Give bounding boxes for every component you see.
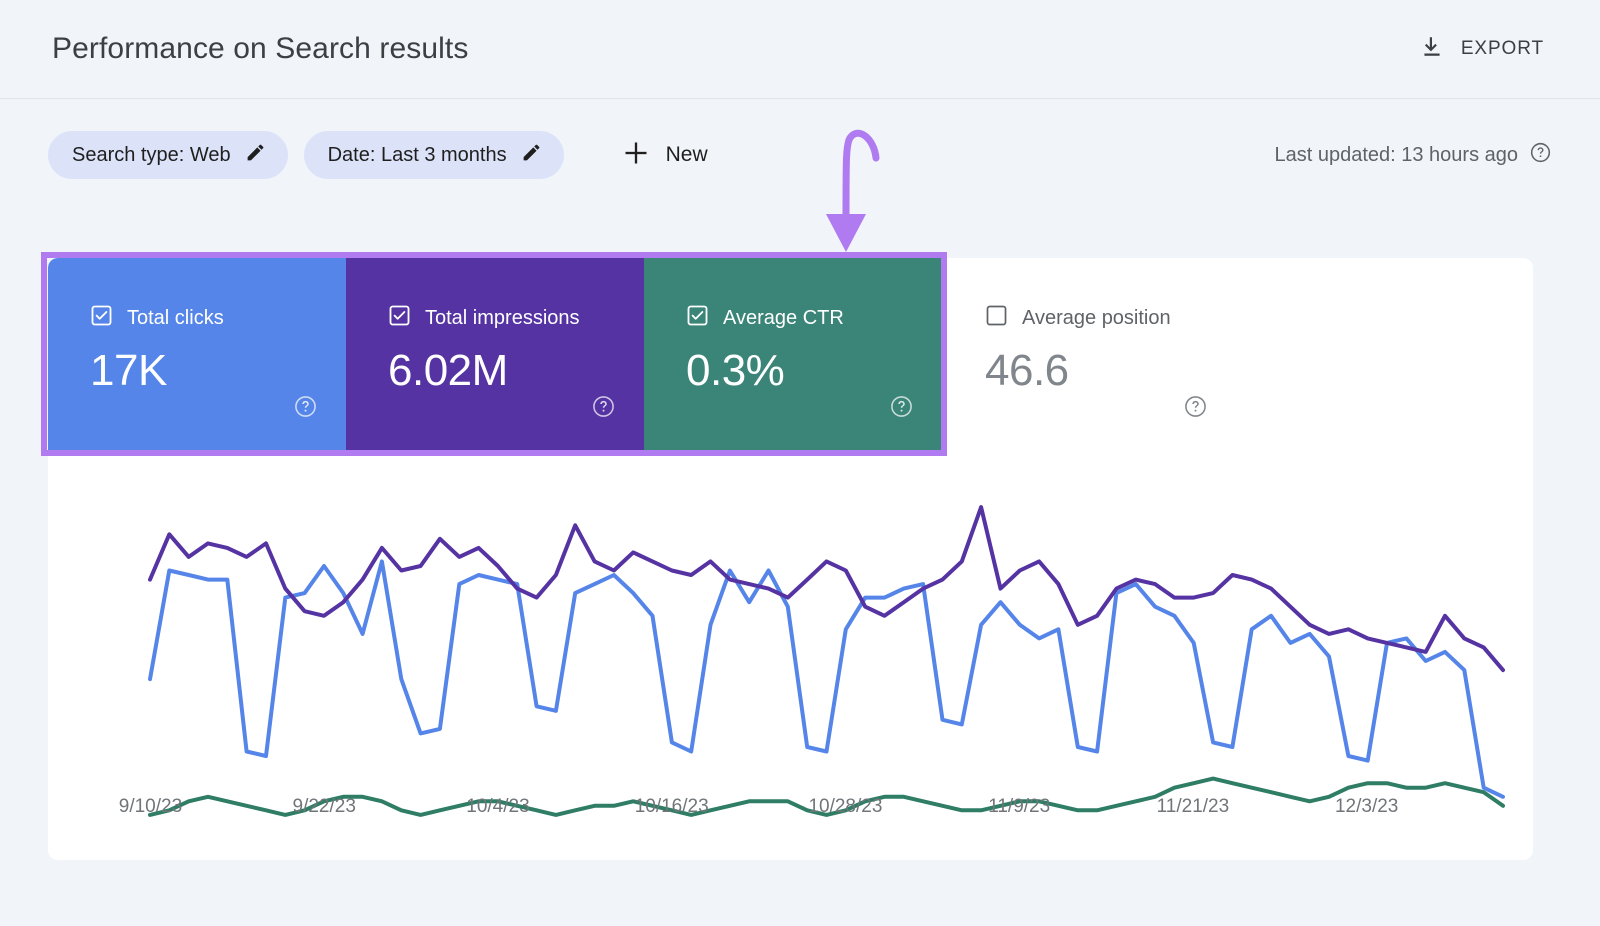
metric-value: 6.02M bbox=[388, 348, 644, 394]
metric-value: 17K bbox=[90, 348, 346, 394]
export-label: EXPORT bbox=[1461, 38, 1544, 60]
export-button[interactable]: EXPORT bbox=[1411, 28, 1552, 71]
chart-series-line bbox=[150, 507, 1503, 670]
metric-value: 46.6 bbox=[985, 348, 1236, 394]
metric-label: Total clicks bbox=[127, 308, 224, 328]
add-new-filter-label: New bbox=[666, 143, 708, 167]
metric-card-average-ctr[interactable]: Average CTR 0.3% bbox=[644, 258, 942, 450]
last-updated: Last updated: 13 hours ago bbox=[1274, 141, 1552, 169]
help-circle-icon[interactable] bbox=[1183, 394, 1208, 424]
page-title: Performance on Search results bbox=[52, 31, 468, 67]
x-axis-tick-label: 9/10/23 bbox=[119, 796, 182, 818]
page-header: Performance on Search results EXPORT bbox=[0, 0, 1600, 99]
metric-card-header: Total impressions bbox=[388, 304, 644, 332]
filter-chip-date[interactable]: Date: Last 3 months bbox=[304, 131, 564, 179]
help-circle-icon[interactable] bbox=[591, 394, 616, 424]
metric-card-header: Total clicks bbox=[90, 304, 346, 332]
help-circle-icon[interactable] bbox=[1529, 141, 1552, 169]
filter-chip-list: Search type: Web Date: Last 3 months bbox=[48, 131, 722, 179]
metric-card-header: Average position bbox=[985, 304, 1236, 332]
chart-series-line bbox=[150, 561, 1503, 796]
chart-x-axis: 9/10/23 9/22/23 10/4/23 10/16/23 10/28/23 11/… bbox=[48, 796, 1533, 836]
x-axis-tick-label: 10/4/23 bbox=[466, 796, 529, 818]
filter-chip-search-type-label: Search type: Web bbox=[72, 144, 231, 167]
metric-card-total-impressions[interactable]: Total impressions 6.02M bbox=[346, 258, 644, 450]
pencil-icon bbox=[245, 142, 266, 168]
help-circle-icon[interactable] bbox=[293, 394, 318, 424]
x-axis-tick-label: 10/16/23 bbox=[635, 796, 709, 818]
help-circle-icon[interactable] bbox=[889, 394, 914, 424]
metric-card-header: Average CTR bbox=[686, 304, 942, 332]
pencil-icon bbox=[521, 142, 542, 168]
checkbox-unchecked-icon[interactable] bbox=[985, 304, 1008, 332]
x-axis-tick-label: 11/21/23 bbox=[1157, 796, 1230, 818]
metric-card-total-clicks[interactable]: Total clicks 17K bbox=[48, 258, 346, 450]
metric-label: Total impressions bbox=[425, 308, 580, 328]
performance-card: Total clicks 17K bbox=[48, 258, 1533, 860]
metric-label: Average position bbox=[1022, 308, 1171, 328]
add-new-filter-button[interactable]: New bbox=[608, 131, 722, 179]
download-icon bbox=[1419, 34, 1445, 65]
last-updated-text: Last updated: 13 hours ago bbox=[1274, 144, 1518, 167]
x-axis-tick-label: 12/3/23 bbox=[1335, 796, 1398, 818]
filter-chip-search-type[interactable]: Search type: Web bbox=[48, 131, 288, 179]
checkbox-checked-icon[interactable] bbox=[388, 304, 411, 332]
plus-icon bbox=[622, 139, 650, 172]
x-axis-tick-label: 11/9/23 bbox=[988, 796, 1050, 818]
performance-page: Performance on Search results EXPORT Sea… bbox=[0, 0, 1600, 926]
checkbox-checked-icon[interactable] bbox=[686, 304, 709, 332]
filter-bar: Search type: Web Date: Last 3 months bbox=[0, 99, 1600, 211]
checkbox-checked-icon[interactable] bbox=[90, 304, 113, 332]
metric-card-row: Total clicks 17K bbox=[48, 258, 1236, 450]
filter-chip-date-label: Date: Last 3 months bbox=[328, 144, 507, 167]
metric-label: Average CTR bbox=[723, 308, 844, 328]
metric-value: 0.3% bbox=[686, 348, 942, 394]
x-axis-tick-label: 10/28/23 bbox=[808, 796, 882, 818]
metric-card-average-position[interactable]: Average position 46.6 bbox=[942, 258, 1236, 450]
x-axis-tick-label: 9/22/23 bbox=[293, 796, 356, 818]
